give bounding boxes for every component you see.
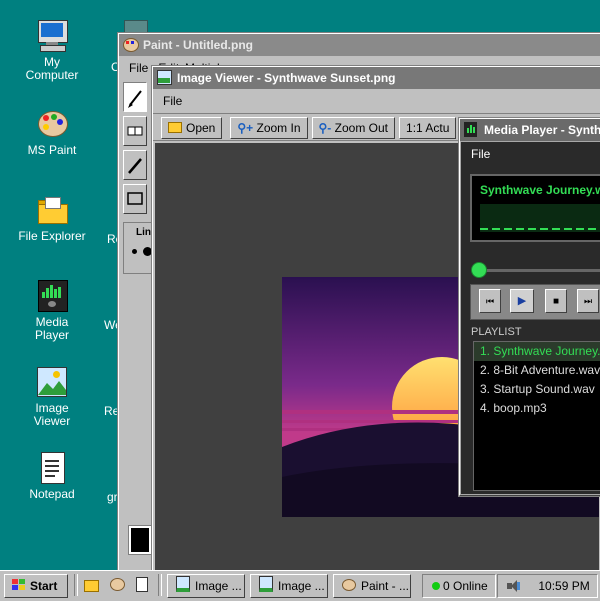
online-dot-icon xyxy=(432,582,440,590)
start-button[interactable]: Start xyxy=(4,574,68,598)
media-player-body: File Synthwave Journey.wav ⏮ ▶ ■ ⏭ PLAYL… xyxy=(461,142,600,494)
seek-bar[interactable] xyxy=(473,269,600,272)
partial-desktop-label: gr xyxy=(107,490,118,504)
playlist-item[interactable]: 3. Startup Sound.wav xyxy=(474,380,600,399)
media-player-title: Media Player - Synthwa xyxy=(484,123,600,137)
online-status[interactable]: 0 Online xyxy=(422,574,496,598)
play-button[interactable]: ▶ xyxy=(510,289,534,313)
task-button-image-viewer-2[interactable]: Image ... xyxy=(250,574,328,598)
system-tray: 10:59 PM xyxy=(497,574,598,598)
paint-title: Paint - Untitled.png xyxy=(143,38,253,52)
eraser-icon xyxy=(127,126,143,136)
windows-logo-icon xyxy=(12,579,26,591)
image-icon xyxy=(259,576,273,592)
open-button[interactable]: Open xyxy=(161,117,223,139)
quick-launch-notepad[interactable] xyxy=(136,577,148,592)
palette-icon xyxy=(36,108,68,140)
media-player-title-bar[interactable]: Media Player - Synthwa xyxy=(460,119,600,141)
stop-icon: ■ xyxy=(552,296,560,307)
zoom-out-icon: ⚲- xyxy=(318,121,332,135)
image-icon xyxy=(36,366,68,398)
zoom-out-button[interactable]: ⚲- Zoom Out xyxy=(311,117,396,139)
palette-icon xyxy=(342,579,356,591)
image-icon xyxy=(157,70,172,85)
paint-color-swatch[interactable] xyxy=(129,526,151,554)
next-icon: ⏭ xyxy=(583,296,593,306)
image-viewer-menu-file[interactable]: File xyxy=(163,94,182,108)
playlist-item[interactable]: 1. Synthwave Journey.wav xyxy=(474,342,600,361)
now-playing-display: Synthwave Journey.wav xyxy=(470,174,600,242)
quick-launch-divider xyxy=(74,574,78,596)
media-player-menu-bar: File xyxy=(461,142,600,166)
notepad-icon xyxy=(136,577,148,592)
play-icon: ▶ xyxy=(517,295,527,307)
media-player-window[interactable]: Media Player - Synthwa File Synthwave Jo… xyxy=(459,118,600,496)
palette-icon xyxy=(123,37,139,52)
image-viewer-menu-bar: File xyxy=(153,89,600,113)
desktop-icon-media-player[interactable]: Media Player xyxy=(13,280,91,342)
folder-icon xyxy=(168,122,182,133)
visualizer xyxy=(480,204,600,232)
image-viewer-title: Image Viewer - Synthwave Sunset.png xyxy=(177,71,396,85)
media-player-icon xyxy=(464,122,479,137)
desktop-icon-ms-paint[interactable]: MS Paint xyxy=(13,108,91,157)
image-viewer-title-bar[interactable]: Image Viewer - Synthwave Sunset.png xyxy=(153,67,600,89)
paint-toolbox: Line xyxy=(123,82,157,274)
desktop-icon-file-explorer[interactable]: File Explorer xyxy=(13,194,91,243)
line-width-panel: Line xyxy=(123,222,157,274)
transport-controls: ⏮ ▶ ■ ⏭ xyxy=(470,284,600,320)
pencil-icon xyxy=(128,90,142,108)
line-width-thick[interactable] xyxy=(143,247,152,256)
playlist-item[interactable]: 4. boop.mp3 xyxy=(474,399,600,418)
notepad-icon xyxy=(36,452,68,484)
desktop-icon-image-viewer[interactable]: Image Viewer xyxy=(13,366,91,428)
previous-button[interactable]: ⏮ xyxy=(479,289,501,313)
desktop-icon-my-computer[interactable]: My Computer xyxy=(13,20,91,82)
clock: 10:59 PM xyxy=(538,579,590,593)
desktop-icon-notepad[interactable]: Notepad xyxy=(13,452,91,501)
folder-icon xyxy=(84,580,99,592)
palette-icon xyxy=(110,578,125,591)
paint-menu-file[interactable]: File xyxy=(129,61,148,75)
playlist-item[interactable]: 2. 8-Bit Adventure.wav xyxy=(474,361,600,380)
now-playing-title: Synthwave Journey.wav xyxy=(480,183,600,197)
image-icon xyxy=(176,576,190,592)
paint-title-bar[interactable]: Paint - Untitled.png xyxy=(119,34,600,56)
media-player-menu-file[interactable]: File xyxy=(471,147,490,161)
playlist-header: PLAYLIST xyxy=(471,326,522,338)
seek-handle[interactable] xyxy=(471,262,487,278)
previous-icon: ⏮ xyxy=(485,296,495,306)
zoom-in-button[interactable]: ⚲+ Zoom In xyxy=(230,117,308,139)
zoom-in-icon: ⚲+ xyxy=(237,121,254,135)
quick-launch-paint[interactable] xyxy=(110,578,125,592)
brush-tool[interactable] xyxy=(123,150,147,180)
rectangle-tool[interactable] xyxy=(123,184,147,214)
stop-button[interactable]: ■ xyxy=(545,289,567,313)
actual-size-button[interactable]: 1:1 Actu xyxy=(399,117,457,139)
line-width-thin[interactable] xyxy=(132,249,137,254)
folder-icon xyxy=(36,194,68,226)
task-button-image-viewer-1[interactable]: Image ... xyxy=(167,574,245,598)
next-button[interactable]: ⏭ xyxy=(577,289,599,313)
media-player-icon xyxy=(36,280,68,312)
quick-launch-file-explorer[interactable] xyxy=(84,578,99,592)
rectangle-icon xyxy=(127,192,143,205)
quick-launch-divider xyxy=(158,574,162,596)
computer-icon xyxy=(36,20,68,52)
volume-icon[interactable] xyxy=(507,580,521,592)
playlist: 1. Synthwave Journey.wav 2. 8-Bit Advent… xyxy=(473,341,600,491)
brush-icon xyxy=(128,158,142,174)
pencil-tool[interactable] xyxy=(123,82,147,112)
eraser-tool[interactable] xyxy=(123,116,147,146)
task-button-paint[interactable]: Paint - ... xyxy=(333,574,411,598)
